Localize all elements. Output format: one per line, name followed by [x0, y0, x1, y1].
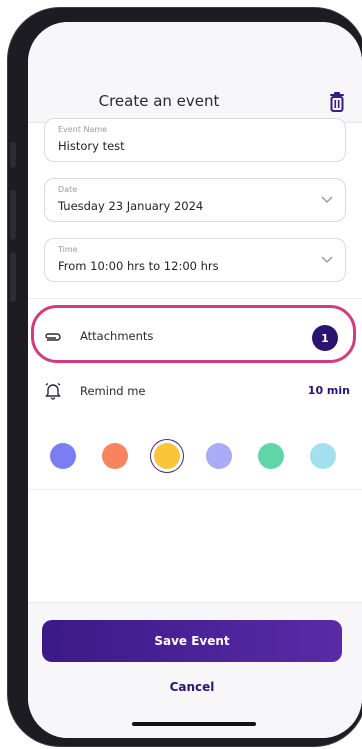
date-value: Tuesday 23 January 2024 [58, 199, 204, 213]
color-swatch[interactable] [258, 443, 284, 469]
event-name-label: Event Name [58, 125, 108, 134]
time-label: Time [58, 245, 78, 254]
remind-me-label: Remind me [80, 384, 146, 398]
cancel-button[interactable]: Cancel [42, 680, 342, 700]
divider [28, 489, 362, 490]
color-swatch[interactable] [206, 443, 232, 469]
chevron-down-icon [321, 196, 333, 204]
home-indicator [132, 722, 256, 726]
page-header: Create an event [28, 66, 362, 123]
date-label: Date [58, 185, 78, 194]
color-swatch[interactable] [154, 443, 180, 469]
time-value: From 10:00 hrs to 12:00 hrs [58, 259, 219, 273]
color-picker [50, 439, 340, 473]
time-field[interactable]: Time From 10:00 hrs to 12:00 hrs [44, 238, 346, 282]
event-name-value: History test [58, 139, 125, 153]
remind-me-value[interactable]: 10 min [290, 384, 350, 397]
color-swatch[interactable] [102, 443, 128, 469]
chevron-down-icon [321, 256, 333, 264]
app-screen: Create an event Event Name History test … [28, 22, 362, 738]
date-field[interactable]: Date Tuesday 23 January 2024 [44, 178, 346, 222]
save-event-button[interactable]: Save Event [42, 620, 342, 662]
color-swatch[interactable] [50, 443, 76, 469]
volume-down-button [10, 252, 16, 302]
page-title: Create an event [98, 92, 220, 110]
alarm-icon [45, 382, 61, 400]
mute-switch [10, 142, 16, 168]
volume-up-button [10, 190, 16, 240]
trash-icon[interactable] [328, 92, 346, 112]
divider [28, 298, 362, 299]
status-bar [28, 22, 362, 66]
attachments-highlight [31, 305, 356, 363]
color-swatch[interactable] [310, 443, 336, 469]
event-name-field[interactable]: Event Name History test [44, 118, 346, 162]
